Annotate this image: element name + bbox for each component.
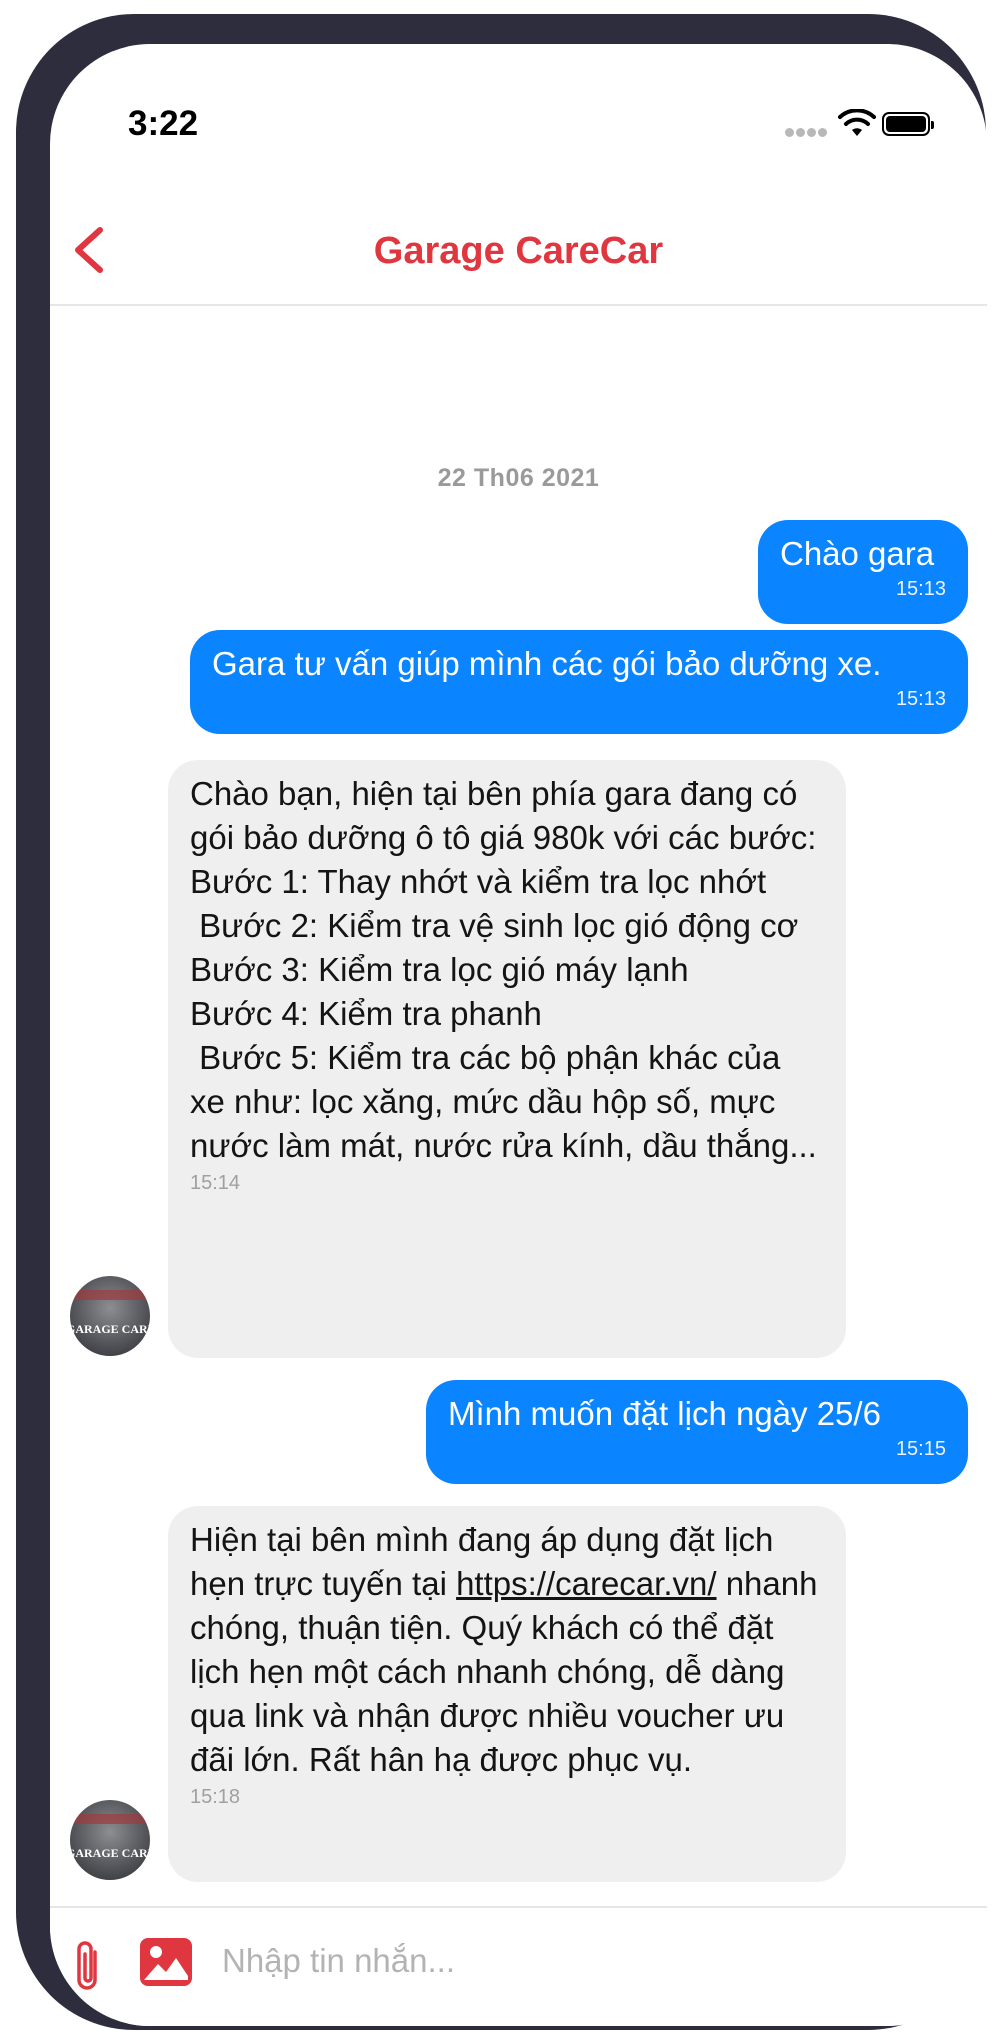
message-text: Chào gara (780, 535, 935, 572)
cellular-signal-icon (785, 124, 829, 142)
message-time: 15:15 (895, 1438, 946, 1460)
message-time: 15:14 (190, 1172, 241, 1194)
message-text: Mình muốn đặt lịch ngày 25/6 (448, 1395, 881, 1432)
paperclip-icon[interactable] (68, 1938, 108, 1994)
garage-avatar[interactable]: GARAGE CARECAR (70, 1800, 150, 1880)
volume-down-button (16, 554, 42, 720)
phone-frame: 3:22 Garage CareCar 22 Th06 2021 Chào ga… (16, 14, 987, 2030)
message-time: 15:18 (190, 1786, 241, 1808)
garage-avatar[interactable]: GARAGE CARECAR (70, 1276, 150, 1356)
incoming-message[interactable]: Chào bạn, hiện tại bên phía gara đang có… (168, 760, 846, 1358)
screen: 3:22 Garage CareCar 22 Th06 2021 Chào ga… (50, 44, 987, 2026)
date-separator: 22 Th06 2021 (437, 464, 600, 492)
message-input[interactable] (220, 1930, 964, 1992)
message-time: 15:13 (895, 688, 946, 710)
message-text: Hiện tại bên mình đang áp dụng đặt lịch … (190, 1518, 824, 1782)
message-composer (50, 1906, 987, 2026)
booking-link[interactable]: https://carecar.vn/ (456, 1565, 716, 1602)
image-attach-icon[interactable] (138, 1936, 194, 1988)
outgoing-message[interactable]: Chào gara 15:13 (758, 520, 968, 624)
message-time: 15:13 (895, 578, 946, 600)
message-text: Gara tư vấn giúp mình các gói bảo dưỡng … (212, 645, 882, 682)
incoming-message[interactable]: Hiện tại bên mình đang áp dụng đặt lịch … (168, 1506, 846, 1882)
outgoing-message[interactable]: Mình muốn đặt lịch ngày 25/6 15:15 (426, 1380, 968, 1484)
message-text: Chào bạn, hiện tại bên phía gara đang có… (190, 775, 817, 1164)
wifi-icon (838, 109, 876, 136)
nav-header: Garage CareCar (50, 194, 987, 306)
outgoing-message[interactable]: Gara tư vấn giúp mình các gói bảo dưỡng … (190, 630, 968, 734)
avatar-brand-text: GARAGE CARECAR (70, 1846, 150, 1860)
status-time: 3:22 (128, 104, 199, 143)
page-title: Garage CareCar (373, 230, 664, 272)
volume-up-button (16, 348, 42, 514)
battery-icon (882, 112, 934, 136)
avatar-brand-text: GARAGE CARECAR (70, 1322, 150, 1336)
